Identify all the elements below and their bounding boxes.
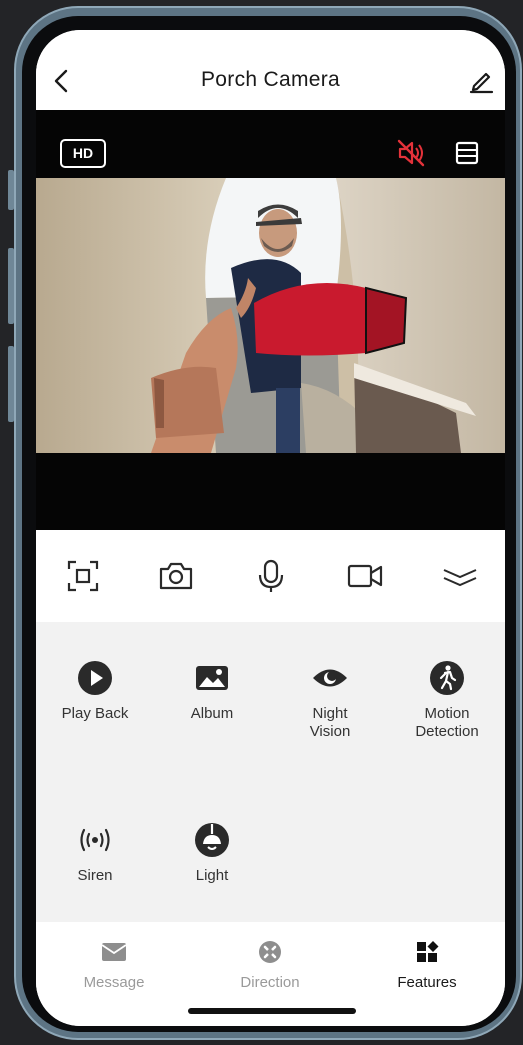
feature-light[interactable]: Light xyxy=(153,822,271,885)
envelope-icon xyxy=(101,943,127,961)
speaker-muted-icon[interactable] xyxy=(396,138,426,168)
feature-label: Play Back xyxy=(61,705,129,722)
direction-pad-icon xyxy=(259,941,281,963)
feature-motion-detection[interactable]: Motion Detection xyxy=(388,660,505,741)
feature-label: Light xyxy=(195,867,229,884)
features-grid: Play Back Album Night Vision Motion Dete… xyxy=(36,622,505,922)
feature-label: Siren xyxy=(77,867,113,884)
tab-label: Features xyxy=(397,974,457,991)
collapse-chevrons-icon[interactable] xyxy=(442,558,478,594)
feature-label: Night Vision xyxy=(309,705,351,740)
feature-siren[interactable]: Siren xyxy=(36,822,154,885)
side-button-action xyxy=(8,170,14,210)
hd-quality-button[interactable]: HD xyxy=(60,139,106,168)
feature-night-vision[interactable]: Night Vision xyxy=(271,660,389,741)
header: Porch Camera xyxy=(36,30,505,110)
tab-direction[interactable]: Direction xyxy=(192,940,348,991)
tab-label: Message xyxy=(83,974,145,991)
side-button-volume-up xyxy=(8,248,14,324)
siren-icon xyxy=(80,828,110,852)
feature-play-back[interactable]: Play Back xyxy=(36,660,154,723)
lamp-icon xyxy=(195,823,229,857)
page-title: Porch Camera xyxy=(201,68,340,91)
image-icon xyxy=(196,666,228,690)
split-view-icon[interactable] xyxy=(454,140,480,166)
fullscreen-icon[interactable] xyxy=(65,558,101,594)
feature-label: Motion Detection xyxy=(415,705,479,740)
grid-icon xyxy=(417,941,439,962)
play-circle-icon xyxy=(78,661,112,695)
tab-label: Direction xyxy=(240,974,300,991)
tab-features[interactable]: Features xyxy=(349,940,505,991)
tab-message[interactable]: Message xyxy=(36,940,192,991)
side-button-volume-down xyxy=(8,346,14,422)
microphone-icon[interactable] xyxy=(253,558,289,594)
home-indicator[interactable] xyxy=(188,1008,356,1014)
app-screen: Porch Camera HD Play Back Album Night Vi… xyxy=(36,30,505,1026)
eye-icon xyxy=(313,669,347,687)
feature-album[interactable]: Album xyxy=(153,660,271,723)
snapshot-camera-icon[interactable] xyxy=(158,558,194,594)
camera-controls-bar xyxy=(36,530,505,622)
edit-pencil-icon[interactable] xyxy=(468,68,494,94)
feature-label: Album xyxy=(190,705,234,722)
walking-person-icon xyxy=(430,661,464,695)
camera-feed-image xyxy=(36,178,505,453)
record-video-icon[interactable] xyxy=(347,558,383,594)
live-video-panel[interactable]: HD xyxy=(36,110,505,530)
